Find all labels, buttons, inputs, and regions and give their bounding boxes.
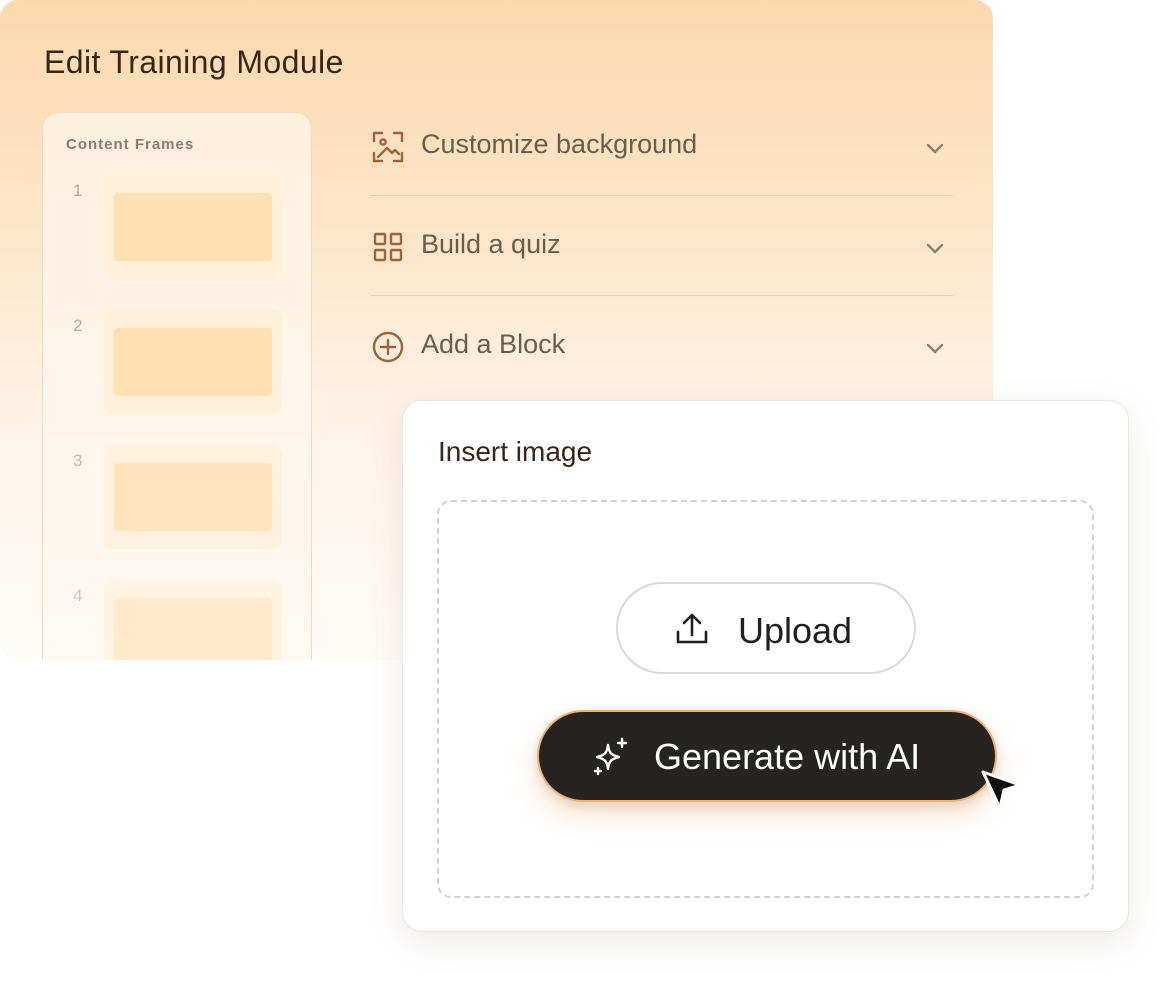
- frame-thumbnail[interactable]: [104, 445, 282, 549]
- grid-icon: [373, 232, 403, 262]
- content-frames-panel: Content Frames 1 2 3 4: [42, 112, 312, 660]
- frame-number: 3: [73, 451, 83, 470]
- content-frame-3[interactable]: 3: [43, 445, 311, 555]
- insert-image-title: Insert image: [438, 436, 593, 467]
- page-title: Edit Training Module: [44, 44, 344, 80]
- settings-accordion: Customize background Build a quiz Add a …: [370, 96, 953, 396]
- accordion-add-block[interactable]: Add a Block: [370, 296, 953, 396]
- content-frames-label: Content Frames: [66, 136, 195, 153]
- frame-number: 2: [73, 316, 83, 335]
- image-dropzone[interactable]: Upload Generate with AI: [437, 500, 1094, 898]
- insert-image-card: Insert image Upload Generate with AI: [402, 400, 1129, 932]
- accordion-build-quiz[interactable]: Build a quiz: [370, 196, 953, 296]
- accordion-label: Add a Block: [421, 329, 566, 359]
- accordion-customize-background[interactable]: Customize background: [370, 96, 953, 196]
- frame-number: 4: [73, 586, 83, 605]
- mouse-cursor-icon: [981, 770, 1022, 810]
- plus-circle-icon: [372, 331, 404, 363]
- content-frame-2[interactable]: 2: [43, 310, 311, 420]
- accordion-label: Build a quiz: [421, 229, 561, 259]
- frame-number: 1: [73, 181, 83, 200]
- upload-button[interactable]: Upload: [616, 582, 916, 674]
- accordion-label: Customize background: [421, 129, 698, 159]
- content-frame-4[interactable]: 4: [43, 580, 311, 660]
- upload-label: Upload: [738, 610, 853, 651]
- content-frame-1[interactable]: 1: [43, 175, 311, 285]
- frame-thumbnail[interactable]: [104, 175, 282, 279]
- chevron-down-icon[interactable]: [923, 236, 947, 260]
- sparkle-icon: [593, 737, 628, 776]
- upload-icon: [676, 613, 708, 644]
- frame-thumbnail[interactable]: [104, 310, 282, 414]
- chevron-down-icon[interactable]: [923, 136, 947, 160]
- frame-thumbnail[interactable]: [104, 580, 282, 660]
- chevron-down-icon[interactable]: [923, 336, 947, 360]
- image-frame-icon: [372, 131, 404, 163]
- generate-label: Generate with AI: [654, 736, 921, 777]
- generate-with-ai-button[interactable]: Generate with AI: [537, 710, 997, 802]
